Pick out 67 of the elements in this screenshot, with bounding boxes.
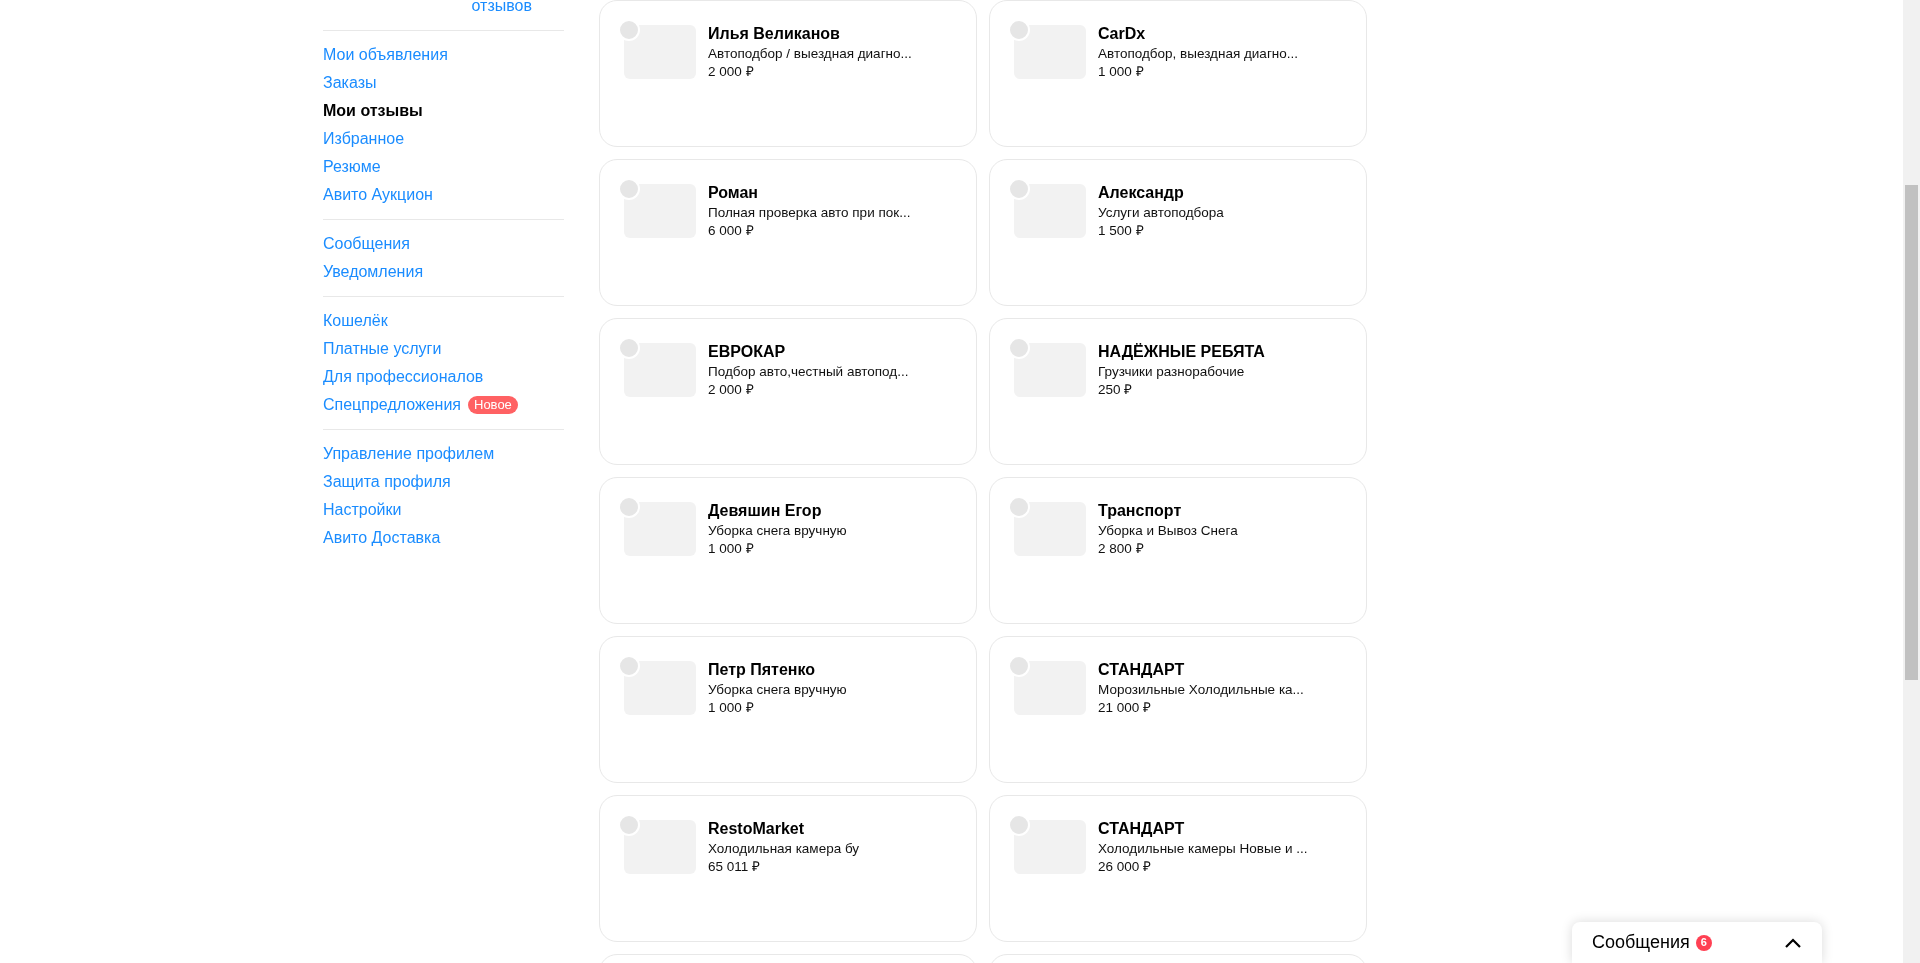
- seller-name: Девяшин Егор: [708, 501, 823, 521]
- listing-price: 2 000 ₽: [708, 63, 755, 81]
- listing-title[interactable]: Полная проверка авто при пок...: [708, 204, 911, 222]
- listing-title[interactable]: Автоподбор / выездная диагно...: [708, 45, 912, 63]
- listing-card[interactable]: RestoMarket Холодильная камера бу 65 011 ₽: [599, 795, 977, 942]
- image-placeholder: [1014, 184, 1086, 238]
- image-placeholder: [624, 343, 696, 397]
- listing-card[interactable]: Роман Полная проверка авто при пок... 6 000 ₽: [599, 159, 977, 306]
- listing-title[interactable]: Подбор авто,честный автопод...: [708, 363, 909, 381]
- listing-card[interactable]: Петр Пятенко Уборка снега вручную 1 000 ₽: [599, 636, 977, 783]
- seller-name: Илья Великанов: [708, 24, 841, 44]
- listing-title[interactable]: Морозильные Холодильные ка...: [1098, 681, 1304, 699]
- listing-title[interactable]: Автоподбор, выездная диагно...: [1098, 45, 1298, 63]
- image-placeholder: [1014, 343, 1086, 397]
- listing-title[interactable]: Грузчики разнорабочие: [1098, 363, 1265, 381]
- scrollbar[interactable]: [1903, 0, 1920, 963]
- chevron-up-icon: [1784, 936, 1802, 949]
- sidebar-link[interactable]: Мои отзывы: [323, 99, 423, 123]
- listing-price: 65 011 ₽: [708, 858, 762, 876]
- listing-price: 250 ₽: [1098, 381, 1134, 399]
- seller-name: CarDx: [1098, 24, 1147, 44]
- listing-title[interactable]: Уборка и Вывоз Снега: [1098, 522, 1238, 540]
- listing-price: 2 800 ₽: [1098, 540, 1145, 558]
- seller-name: Петр Пятенко: [708, 660, 817, 680]
- seller-name: Роман: [708, 183, 760, 203]
- listing-title[interactable]: Уборка снега вручную: [708, 522, 847, 540]
- listing-card[interactable]: CarDx Автоподбор, выездная диагно... 1 000 ₽: [989, 0, 1367, 147]
- image-placeholder: [1014, 661, 1086, 715]
- listing-title[interactable]: Холодильная камера бу: [708, 840, 860, 858]
- listing-price: 1 000 ₽: [708, 540, 755, 558]
- seller-name: Транспорт: [1098, 501, 1183, 521]
- listing-title[interactable]: Услуги автоподбора: [1098, 204, 1224, 222]
- listing-card[interactable]: СТАНДАРТ Холодильные камеры Новые и ... 26 000 ₽: [989, 795, 1367, 942]
- seller-name: ЕВРОКАР: [708, 342, 787, 362]
- listing-title[interactable]: Уборка снега вручную: [708, 681, 847, 699]
- image-placeholder: [624, 184, 696, 238]
- listing-card[interactable]: Илья Великанов Автоподбор / выездная диагно... 2 000 ₽: [599, 0, 977, 147]
- image-placeholder: [1014, 820, 1086, 874]
- listing-card[interactable]: Александр Услуги автоподбора 1 500 ₽: [989, 159, 1367, 306]
- seller-name: СТАНДАРТ: [1098, 819, 1186, 839]
- listing-price: 1 000 ₽: [708, 699, 755, 717]
- image-placeholder: [1014, 25, 1086, 79]
- seller-name: НАДЁЖНЫЕ РЕБЯТА: [1098, 342, 1265, 362]
- new-badge: Новое: [468, 396, 518, 414]
- listing-price: 1 000 ₽: [1098, 63, 1145, 81]
- image-placeholder: [624, 25, 696, 79]
- listing-card[interactable]: НАДЁЖНЫЕ РЕБЯТА Грузчики разнорабочие 250 ₽: [989, 318, 1367, 465]
- seller-name: СТАНДАРТ: [1098, 660, 1186, 680]
- unread-count: 6: [1695, 934, 1712, 951]
- listing-price: 2 000 ₽: [708, 381, 755, 399]
- listing-title[interactable]: Холодильные камеры Новые и ...: [1098, 840, 1308, 858]
- listing-card[interactable]: Девяшин Егор Уборка снега вручную 1 000 ₽: [599, 477, 977, 624]
- image-placeholder: [624, 661, 696, 715]
- image-placeholder: [1014, 502, 1086, 556]
- listing-price: 1 500 ₽: [1098, 222, 1145, 240]
- seller-name: Александр: [1098, 183, 1185, 203]
- listing-price: 26 000 ₽: [1098, 858, 1153, 876]
- messenger-title: Сообщения: [1592, 931, 1690, 954]
- listing-price: 21 000 ₽: [1098, 699, 1153, 717]
- listing-card[interactable]: Транспорт Уборка и Вывоз Снега 2 800 ₽: [989, 477, 1367, 624]
- image-placeholder: [624, 820, 696, 874]
- listing-price: 6 000 ₽: [708, 222, 755, 240]
- messenger-panel[interactable]: Сообщения 6: [1572, 922, 1822, 963]
- listing-card[interactable]: ЕВРОКАР Подбор авто,честный автопод... 2 000 ₽: [599, 318, 977, 465]
- image-placeholder: [624, 502, 696, 556]
- listing-card[interactable]: СТАНДАРТ Морозильные Холодильные ка... 21 000 ₽: [989, 636, 1367, 783]
- seller-name: RestoMarket: [708, 819, 806, 839]
